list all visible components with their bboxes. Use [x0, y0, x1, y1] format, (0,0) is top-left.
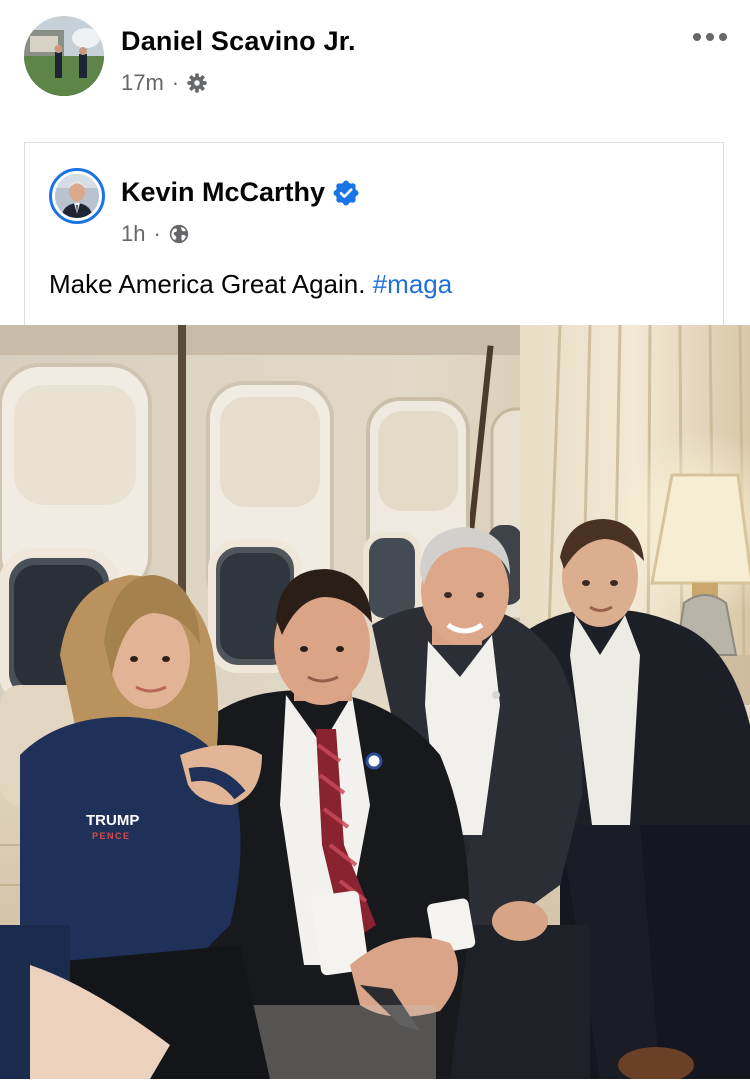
shared-author-row: Kevin McCarthy [121, 177, 359, 208]
shared-post-meta: 1h · [121, 219, 190, 249]
shared-author-name[interactable]: Kevin McCarthy [121, 177, 325, 208]
globe-icon[interactable] [168, 223, 190, 245]
post-meta: 17m · [121, 68, 208, 98]
shared-post-timestamp[interactable]: 1h [121, 221, 145, 247]
shared-avatar[interactable] [49, 168, 105, 224]
author-name[interactable]: Daniel Scavino Jr. [121, 26, 356, 57]
facebook-post: Daniel Scavino Jr. 17m · Kevin McCarthy … [0, 0, 750, 1083]
jacket-print-trump: TRUMP [86, 812, 139, 829]
avatar[interactable] [24, 16, 104, 96]
post-timestamp[interactable]: 17m [121, 70, 164, 96]
post-photo[interactable]: TRUMP PENCE [0, 325, 750, 1079]
shared-post-card[interactable]: Kevin McCarthy 1h · Make America Great A… [24, 142, 724, 325]
shared-profile-photo [55, 174, 99, 218]
jacket-print-pence: PENCE [92, 831, 131, 841]
post-text-body: Make America Great Again. [49, 269, 366, 299]
verified-badge-icon [333, 180, 359, 206]
more-options-button[interactable] [688, 22, 732, 52]
more-options-icon [693, 33, 727, 41]
meta-separator: · [171, 70, 180, 95]
post-text: Make America Great Again. #maga [49, 269, 452, 300]
hashtag-link[interactable]: #maga [373, 269, 453, 299]
meta-separator: · [153, 221, 161, 246]
profile-photo [24, 16, 104, 96]
post-header: Daniel Scavino Jr. 17m · [0, 0, 750, 120]
gear-icon[interactable] [186, 72, 208, 94]
